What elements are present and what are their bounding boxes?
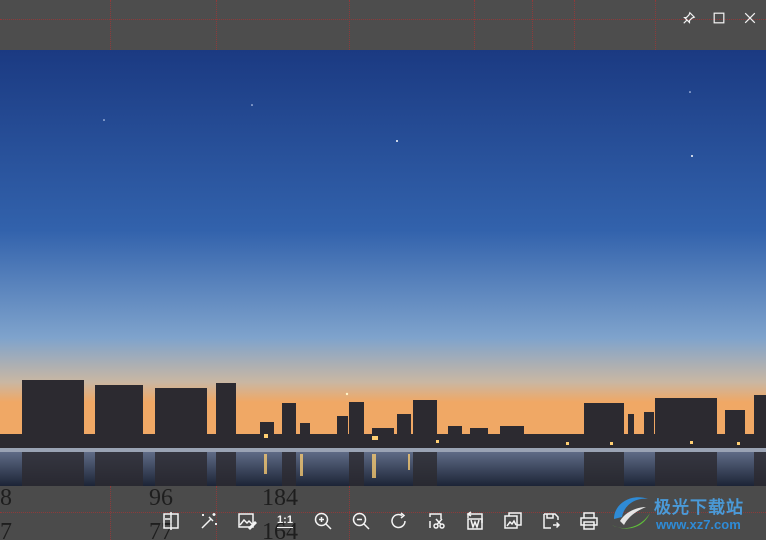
pin-icon — [683, 11, 696, 24]
copy-image-button[interactable] — [497, 506, 529, 536]
text-recognize-icon — [466, 511, 483, 530]
grid-line — [655, 0, 656, 50]
save-as-icon — [543, 513, 561, 529]
close-icon — [744, 12, 756, 24]
save-as-button[interactable] — [535, 506, 567, 536]
zoom-out-button[interactable] — [345, 506, 377, 536]
auto-enhance-button[interactable] — [193, 506, 225, 536]
ocr-button[interactable] — [459, 506, 491, 536]
grid-line — [110, 486, 111, 540]
title-bar — [0, 0, 766, 50]
background-cell-text: 7 — [0, 519, 12, 540]
copy-image-icon — [504, 512, 522, 529]
grid-line — [474, 0, 475, 50]
grid-line — [574, 0, 575, 50]
city-skyline-photo — [0, 50, 766, 486]
zoom-out-icon — [352, 512, 370, 530]
site-watermark: 极光下载站 www.xz7.com — [606, 489, 766, 537]
watermark-url: www.xz7.com — [656, 517, 741, 532]
crop-button[interactable] — [421, 506, 453, 536]
magic-wand-icon — [201, 513, 217, 529]
rotate-icon — [391, 512, 406, 529]
viewer-toolbar: 1:1 — [155, 506, 605, 536]
rotate-button[interactable] — [383, 506, 415, 536]
image-edit-icon — [238, 513, 257, 531]
image-viewer[interactable] — [0, 50, 766, 486]
close-button[interactable] — [737, 6, 763, 30]
watermark-title: 极光下载站 — [654, 498, 744, 517]
split-view-icon — [163, 512, 179, 530]
grid-line — [532, 0, 533, 50]
maximize-button[interactable] — [706, 6, 732, 30]
one-to-one-icon: 1:1 — [277, 514, 293, 528]
edit-image-button[interactable] — [231, 506, 263, 536]
grid-line — [216, 0, 217, 50]
print-button[interactable] — [573, 506, 605, 536]
zoom-in-icon — [314, 512, 332, 530]
pin-button[interactable] — [676, 6, 702, 30]
maximize-icon — [713, 12, 725, 24]
grid-line — [0, 19, 766, 20]
printer-icon — [580, 512, 598, 530]
grid-line — [110, 0, 111, 50]
grid-line — [349, 0, 350, 50]
zoom-in-button[interactable] — [307, 506, 339, 536]
actual-size-button[interactable]: 1:1 — [269, 506, 301, 536]
scissors-crop-icon — [429, 513, 445, 529]
compare-button[interactable] — [155, 506, 187, 536]
background-cell-text: 8 — [0, 486, 12, 511]
aurora-logo-icon — [612, 497, 650, 529]
